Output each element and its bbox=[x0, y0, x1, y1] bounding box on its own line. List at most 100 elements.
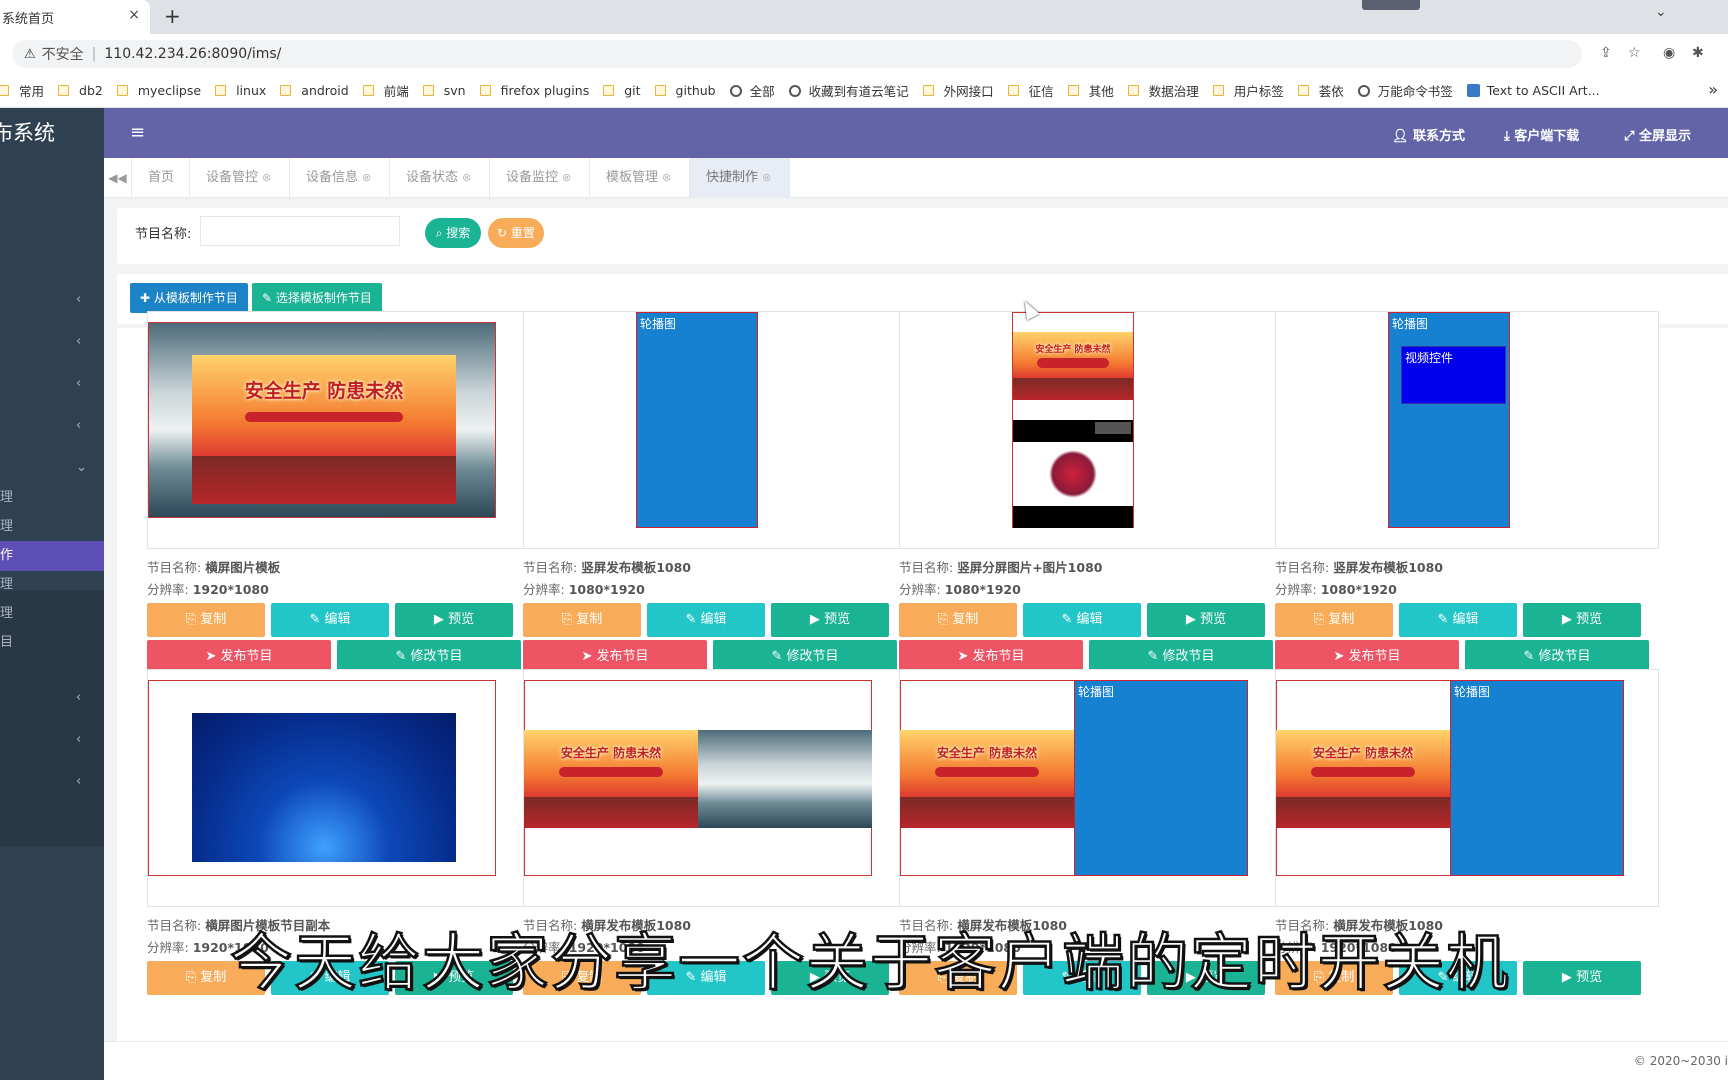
edit-button[interactable]: ✎ 编辑 bbox=[647, 603, 765, 637]
new-tab-icon[interactable]: + bbox=[164, 4, 181, 28]
program-thumbnail[interactable]: 安全生产 防患未然 轮播图 bbox=[899, 669, 1283, 907]
edit-button-label: 编辑 bbox=[700, 612, 727, 627]
folder-icon bbox=[1127, 85, 1139, 96]
bookmark-item[interactable]: 万能命令书签 bbox=[1357, 81, 1453, 100]
bookmark-item[interactable]: 数据治理 bbox=[1127, 81, 1199, 100]
program-thumbnail[interactable]: 安全生产 防患未然 轮播图 bbox=[1275, 669, 1659, 907]
from-template-button[interactable]: ✚ 从模板制作节目 bbox=[130, 283, 248, 313]
copy-button[interactable]: ⎘ 复制 bbox=[523, 603, 641, 637]
sidebar-chevron-icon[interactable]: ‹ bbox=[76, 334, 81, 349]
download-link[interactable]: ⤓ 客户端下载 bbox=[1504, 125, 1579, 144]
program-thumbnail[interactable]: 轮播图 bbox=[523, 311, 907, 549]
tab-5[interactable]: 模板管理 ⊗ bbox=[590, 158, 690, 198]
bookmark-item[interactable]: firefox plugins bbox=[479, 83, 589, 98]
reset-button[interactable]: ↻ 重置 bbox=[488, 218, 544, 248]
star-icon[interactable]: ☆ bbox=[1628, 45, 1641, 61]
sidebar-subitem[interactable]: 作 bbox=[0, 541, 104, 571]
download-label: 客户端下载 bbox=[1514, 129, 1580, 144]
address-bar: ⚠ 不安全 | 110.42.234.26:8090/ims/ ⇪ ☆ ◉ ✱ bbox=[0, 34, 1728, 74]
more-bookmarks-icon[interactable]: » bbox=[1708, 80, 1718, 99]
preview-button[interactable]: ▶ 预览 bbox=[771, 603, 889, 637]
sidebar-chevron-icon[interactable]: ‹ bbox=[76, 774, 81, 789]
bookmark-item[interactable]: 外网接口 bbox=[922, 81, 994, 100]
extension-icon[interactable]: ◉ bbox=[1663, 45, 1675, 61]
puzzle-icon[interactable]: ✱ bbox=[1692, 45, 1704, 61]
preview-button[interactable]: ▶ 预览 bbox=[395, 603, 513, 637]
tab-4[interactable]: 设备监控 ⊗ bbox=[490, 158, 590, 198]
edit-button[interactable]: ✎ 编辑 bbox=[271, 603, 389, 637]
tab-0[interactable]: 首页 bbox=[132, 158, 190, 198]
tab-6[interactable]: 快捷制作 ⊗ bbox=[690, 158, 790, 198]
choose-template-button[interactable]: ✎ 选择模板制作节目 bbox=[252, 283, 382, 313]
bookmark-item[interactable]: 常用 bbox=[0, 81, 44, 100]
bookmark-item[interactable]: myeclipse bbox=[116, 83, 201, 98]
sidebar-chevron-icon[interactable]: ‹ bbox=[76, 292, 81, 307]
tab-close-icon[interactable]: ⊗ bbox=[562, 171, 571, 184]
url-field[interactable]: ⚠ 不安全 | 110.42.234.26:8090/ims/ bbox=[12, 40, 1582, 68]
sidebar-chevron-icon[interactable]: ‹ bbox=[76, 690, 81, 705]
share-icon[interactable]: ⇪ bbox=[1600, 45, 1612, 61]
search-button[interactable]: ⌕ 搜索 bbox=[425, 218, 481, 248]
program-thumbnail[interactable]: 安全生产 防患未然 bbox=[899, 311, 1283, 549]
preview-button[interactable]: ▶ 预览 bbox=[1147, 603, 1265, 637]
tab-3[interactable]: 设备状态 ⊗ bbox=[390, 158, 490, 198]
sidebar-chevron-icon[interactable]: ‹ bbox=[76, 376, 81, 391]
tab-1[interactable]: 设备管控 ⊗ bbox=[190, 158, 290, 198]
bookmark-label: 数据治理 bbox=[1148, 84, 1199, 99]
sidebar-subitem[interactable]: 理 bbox=[0, 483, 104, 513]
program-thumbnail[interactable]: 轮播图 视频控件 bbox=[1275, 311, 1659, 549]
program-name-input[interactable] bbox=[200, 216, 400, 246]
program-thumbnail[interactable]: 安全生产 防患未然 bbox=[523, 669, 907, 907]
bookmark-item[interactable]: 前端 bbox=[362, 81, 409, 100]
tab-close-icon[interactable]: ⊗ bbox=[362, 171, 371, 184]
bookmark-label: Text to ASCII Art... bbox=[1486, 83, 1600, 98]
sidebar-subitem[interactable]: 目 bbox=[0, 628, 104, 658]
bookmark-item[interactable]: svn bbox=[422, 83, 466, 98]
preview-button[interactable]: ▶ 预览 bbox=[1523, 961, 1641, 995]
copy-button[interactable]: ⎘ 复制 bbox=[899, 603, 1017, 637]
bookmark-item[interactable]: git bbox=[603, 83, 641, 98]
tab-close-icon[interactable]: ⊗ bbox=[762, 171, 771, 184]
bookmark-item[interactable]: 全部 bbox=[729, 81, 775, 100]
tab-2[interactable]: 设备信息 ⊗ bbox=[290, 158, 390, 198]
tab-close-icon[interactable]: ⊗ bbox=[262, 171, 271, 184]
sidebar-chevron-icon[interactable]: ‹ bbox=[76, 732, 81, 747]
preview-button[interactable]: ▶ 预览 bbox=[1523, 603, 1641, 637]
sidebar-subitem[interactable]: 理 bbox=[0, 599, 104, 629]
program-thumbnail[interactable]: 安全生产 防患未然 bbox=[147, 311, 531, 549]
tab-close-icon[interactable]: ⊗ bbox=[462, 171, 471, 184]
bookmark-item[interactable]: android bbox=[280, 83, 349, 98]
res-value: 1080*1920 bbox=[944, 582, 1021, 597]
bookmark-label: 万能命令书签 bbox=[1377, 84, 1453, 99]
bookmark-item[interactable]: github bbox=[654, 83, 716, 98]
program-thumbnail[interactable] bbox=[147, 669, 531, 907]
tabs-back-icon[interactable]: ◀◀ bbox=[104, 158, 132, 198]
close-icon[interactable]: × bbox=[128, 7, 140, 23]
chevron-down-icon[interactable]: ⌄ bbox=[1655, 4, 1667, 20]
fullscreen-link[interactable]: ⤢ 全屏显示 bbox=[1624, 125, 1691, 144]
bookmark-item[interactable]: 收藏到有道云笔记 bbox=[788, 81, 909, 100]
url-text: 110.42.234.26:8090/ims/ bbox=[104, 46, 282, 62]
contact-link[interactable]: 👤︎ 联系方式 bbox=[1392, 125, 1465, 144]
folder-icon bbox=[362, 85, 374, 96]
sidebar-chevron-icon[interactable]: ‹ bbox=[76, 418, 81, 433]
edit-button[interactable]: ✎ 编辑 bbox=[1399, 603, 1517, 637]
copy-button[interactable]: ⎘ 复制 bbox=[1275, 603, 1393, 637]
security-label: 不安全 bbox=[41, 47, 84, 63]
bookmark-item[interactable]: db2 bbox=[58, 83, 103, 98]
edit-button[interactable]: ✎ 编辑 bbox=[1023, 603, 1141, 637]
folder-icon bbox=[1007, 85, 1019, 96]
bookmark-item[interactable]: 征信 bbox=[1007, 81, 1054, 100]
sidebar-subitem[interactable]: 理 bbox=[0, 570, 104, 600]
sidebar-chevron-icon[interactable]: ⌄ bbox=[76, 460, 87, 475]
bookmark-item[interactable]: 其他 bbox=[1067, 81, 1114, 100]
tab-close-icon[interactable]: ⊗ bbox=[662, 171, 671, 184]
copy-button[interactable]: ⎘ 复制 bbox=[147, 603, 265, 637]
bookmark-item[interactable]: 荟依 bbox=[1297, 81, 1344, 100]
bookmark-item[interactable]: linux bbox=[215, 83, 266, 98]
bookmark-item[interactable]: Text to ASCII Art... bbox=[1466, 83, 1600, 98]
bookmark-item[interactable]: 用户标签 bbox=[1212, 81, 1284, 100]
browser-tab[interactable]: 系统首页 × bbox=[0, 0, 150, 34]
sidebar-subitem[interactable]: 理 bbox=[0, 512, 104, 542]
menu-toggle-icon[interactable]: ≡ bbox=[130, 122, 145, 143]
